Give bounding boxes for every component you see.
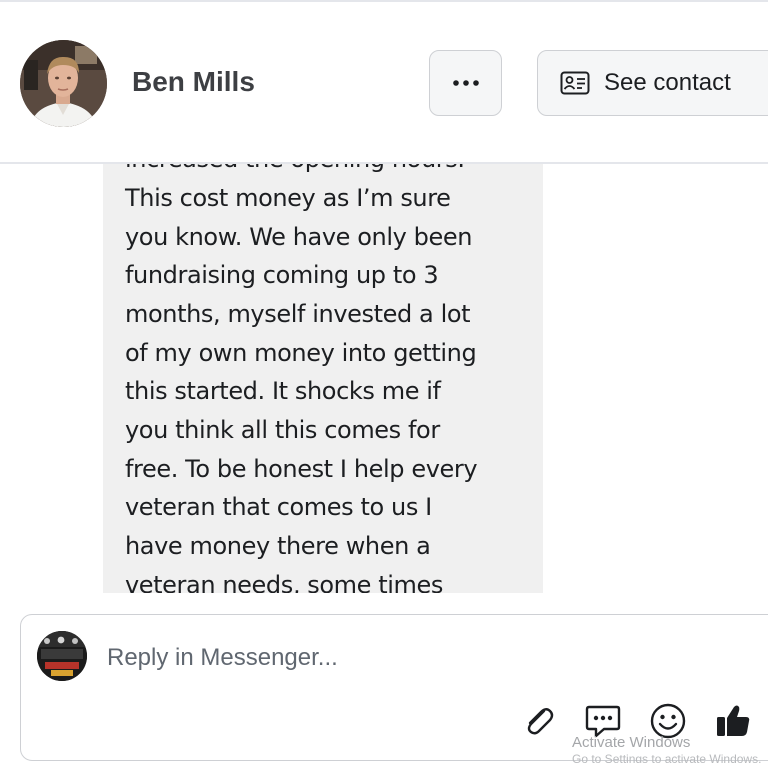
thumbs-up-icon [717, 705, 750, 736]
message-line: veteran that comes to us I [125, 493, 432, 521]
activate-windows-title: Activate Windows [572, 734, 691, 751]
message-line: this started. It shocks me if [125, 377, 441, 405]
reply-input[interactable] [107, 641, 507, 675]
message-line: veteran needs, some times [125, 571, 443, 593]
activate-windows-subtitle: Go to Settings to activate Windows. [572, 752, 762, 763]
like-button[interactable] [713, 701, 753, 741]
message-line: you think all this comes for [125, 416, 440, 444]
see-contact-button[interactable]: See contact [537, 50, 768, 116]
see-contact-label: See contact [604, 69, 731, 96]
messenger-panel: increased the opening hours. This cost m… [0, 0, 768, 763]
conversation-header: Ben Mills See contact [0, 2, 768, 164]
more-dots-icon [452, 80, 479, 86]
message-thread[interactable]: increased the opening hours. This cost m… [0, 162, 768, 614]
contact-card-icon [560, 71, 590, 95]
attach-button[interactable] [519, 701, 559, 741]
message-line: you know. We have only been [125, 223, 473, 251]
message-line: months, myself invested a lot [125, 300, 471, 328]
contact-name[interactable]: Ben Mills [132, 66, 255, 98]
contact-photo [20, 40, 107, 127]
message-line: fundraising coming up to 3 [125, 261, 439, 289]
user-photo [37, 631, 87, 681]
more-options-button[interactable] [429, 50, 502, 116]
contact-avatar[interactable] [20, 40, 107, 127]
message-line: have money there when a [125, 532, 431, 560]
message-bubble: increased the opening hours. This cost m… [103, 162, 543, 593]
paperclip-icon [527, 708, 554, 735]
message-line: This cost money as I’m sure [125, 184, 451, 212]
message-line: free. To be honest I help every [125, 455, 478, 483]
user-avatar[interactable] [37, 631, 87, 681]
message-line: of my own money into getting [125, 339, 477, 367]
